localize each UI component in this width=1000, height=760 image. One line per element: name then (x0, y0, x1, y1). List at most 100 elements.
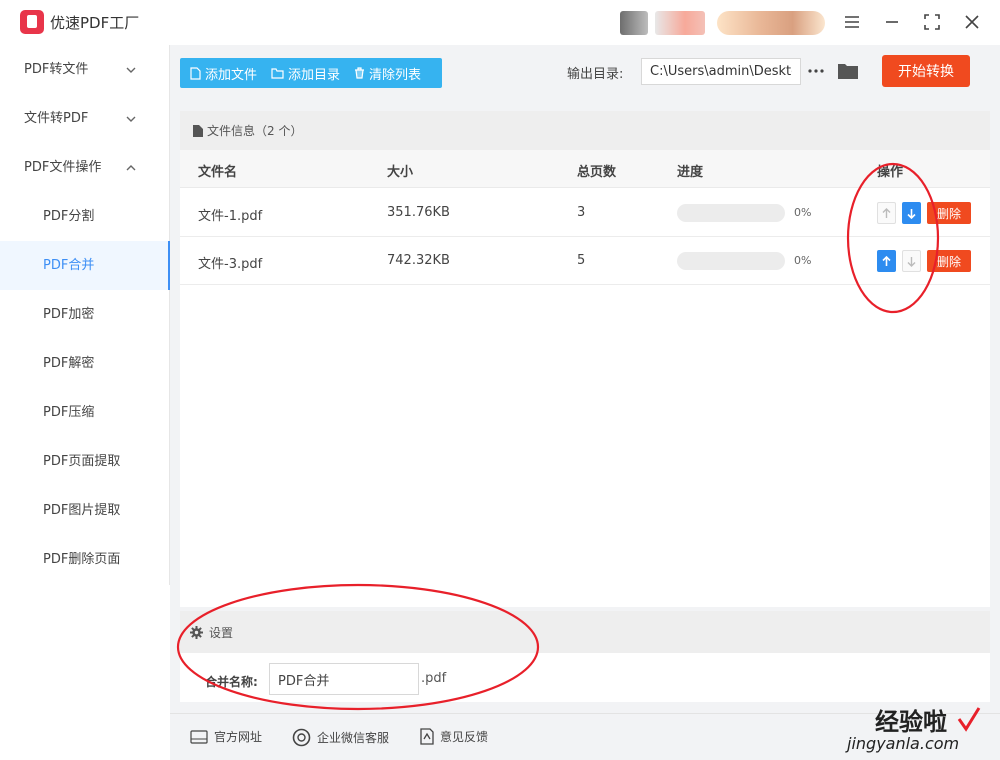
add-file-label: 添加文件 (205, 67, 258, 83)
watermark-domain: jingyanla.com (847, 734, 960, 753)
add-file-button[interactable]: 添加文件 (190, 64, 257, 83)
ellipsis-icon[interactable] (807, 63, 825, 79)
arrow-down-icon (907, 256, 916, 267)
folder-open-icon[interactable] (837, 61, 859, 81)
maximize-icon[interactable] (920, 10, 944, 34)
sidebar-item-pdf-page-extract[interactable]: PDF页面提取 (0, 437, 170, 486)
app-logo (20, 10, 44, 34)
sidebar-item-pdf-merge[interactable]: PDF合并 (0, 241, 170, 290)
globe-icon (190, 729, 208, 744)
move-up-button[interactable] (877, 202, 896, 224)
chevron-up-icon (126, 165, 136, 171)
sidebar-item-pdf-operations[interactable]: PDF文件操作 (0, 143, 170, 192)
document-icon (193, 124, 203, 137)
table-row[interactable]: 文件-1.pdf 351.76KB 3 0% 删除 (180, 189, 990, 237)
file-icon (190, 66, 201, 80)
merge-name-input[interactable] (269, 663, 419, 695)
add-directory-label: 添加目录 (288, 67, 341, 83)
gear-icon (190, 625, 203, 639)
output-directory-input[interactable] (641, 58, 801, 85)
file-name: 文件-1.pdf (198, 209, 263, 224)
file-pages: 5 (577, 253, 586, 268)
sidebar-item-pdf-delete-pages[interactable]: PDF删除页面 (0, 535, 170, 584)
progress-bar (677, 204, 785, 222)
sidebar-item-pdf-encrypt[interactable]: PDF加密 (0, 290, 170, 339)
table-row[interactable]: 文件-3.pdf 742.32KB 5 0% 删除 (180, 237, 990, 285)
file-size: 742.32KB (387, 253, 450, 268)
main-content: 添加文件 添加目录 清除列表 输出目录: 开始转换 文件信息（2 个） 文件名 … (170, 45, 1000, 760)
progress-bar (677, 252, 785, 270)
sidebar-item-label: PDF解密 (43, 356, 95, 371)
toolbar-button-group: 添加文件 添加目录 清除列表 (180, 58, 442, 88)
sidebar-item-label: 文件转PDF (24, 111, 89, 126)
file-size: 351.76KB (387, 205, 450, 220)
merge-extension: .pdf (421, 671, 447, 686)
sidebar-item-pdf-decrypt[interactable]: PDF解密 (0, 339, 170, 388)
user-avatar-blurred[interactable] (620, 11, 648, 35)
arrow-down-icon (907, 208, 916, 219)
file-info-title: 文件信息（2 个） (207, 124, 303, 138)
file-pages: 3 (577, 205, 586, 220)
move-up-button[interactable] (877, 250, 896, 272)
delete-button[interactable]: 删除 (927, 250, 971, 272)
sidebar-item-label: PDF页面提取 (43, 454, 121, 469)
watermark: 经验啦 jingyanla.com (845, 702, 995, 758)
delete-button[interactable]: 删除 (927, 202, 971, 224)
sidebar-item-file-to-pdf[interactable]: 文件转PDF (0, 94, 170, 143)
table-header: 文件名 大小 总页数 进度 操作 (180, 150, 990, 188)
official-website-link[interactable]: 官方网址 (190, 728, 262, 745)
merge-name-label: 合并名称: (205, 675, 258, 689)
arrow-up-icon (882, 255, 891, 266)
arrow-up-icon (882, 207, 891, 218)
move-down-button[interactable] (902, 202, 921, 224)
clear-list-button[interactable]: 清除列表 (354, 64, 421, 83)
file-name: 文件-3.pdf (198, 257, 263, 272)
watermark-logo-text: 经验啦 (875, 707, 947, 736)
chevron-down-icon (126, 67, 136, 73)
sidebar-item-label: PDF删除页面 (43, 552, 121, 567)
menu-icon[interactable] (840, 10, 864, 34)
feedback-icon (420, 728, 434, 745)
file-info-header: 文件信息（2 个） (180, 111, 990, 150)
sidebar-item-pdf-compress[interactable]: PDF压缩 (0, 388, 170, 437)
sidebar: PDF转文件 文件转PDF PDF文件操作 PDF分割 PDF合并 PDF加密 … (0, 45, 170, 585)
sidebar-item-label: PDF文件操作 (24, 160, 102, 175)
feedback-link[interactable]: 意见反馈 (420, 728, 488, 745)
sidebar-item-label: PDF加密 (43, 307, 95, 322)
move-down-button[interactable] (902, 250, 921, 272)
sidebar-item-pdf-split[interactable]: PDF分割 (0, 192, 170, 241)
minimize-icon[interactable] (880, 10, 904, 34)
sidebar-item-pdf-to-file[interactable]: PDF转文件 (0, 45, 170, 94)
close-icon[interactable] (960, 10, 984, 34)
settings-panel: 设置 合并名称: .pdf (180, 611, 990, 702)
column-header-pages: 总页数 (577, 165, 617, 180)
column-header-progress: 进度 (677, 165, 704, 180)
sidebar-item-label: PDF分割 (43, 209, 95, 224)
column-header-size: 大小 (387, 165, 414, 180)
checkmark-icon (957, 707, 981, 732)
vip-badge-blurred[interactable] (717, 11, 825, 35)
start-convert-button[interactable]: 开始转换 (882, 55, 970, 87)
app-title: 优速PDF工厂 (50, 14, 140, 32)
sidebar-item-label: PDF图片提取 (43, 503, 121, 518)
chat-icon (292, 728, 311, 747)
column-header-actions: 操作 (877, 165, 904, 180)
output-directory-label: 输出目录: (567, 67, 624, 82)
settings-header: 设置 (180, 611, 990, 653)
trash-icon (355, 67, 365, 79)
add-directory-button[interactable]: 添加目录 (271, 64, 340, 83)
sidebar-item-label: PDF转文件 (24, 62, 89, 77)
chevron-down-icon (126, 116, 136, 122)
column-header-filename: 文件名 (198, 165, 238, 180)
settings-title: 设置 (209, 625, 234, 640)
sidebar-item-label: PDF合并 (43, 258, 95, 273)
wechat-support-link[interactable]: 企业微信客服 (292, 728, 389, 747)
sidebar-item-label: PDF压缩 (43, 405, 95, 420)
wechat-support-label: 企业微信客服 (317, 731, 390, 745)
sidebar-item-pdf-image-extract[interactable]: PDF图片提取 (0, 486, 170, 535)
file-list-panel: 文件信息（2 个） 文件名 大小 总页数 进度 操作 文件-1.pdf 351.… (180, 111, 990, 607)
clear-list-label: 清除列表 (369, 67, 422, 83)
user-name-blurred (655, 11, 705, 35)
progress-percent: 0% (794, 254, 812, 267)
official-website-label: 官方网址 (214, 730, 263, 744)
